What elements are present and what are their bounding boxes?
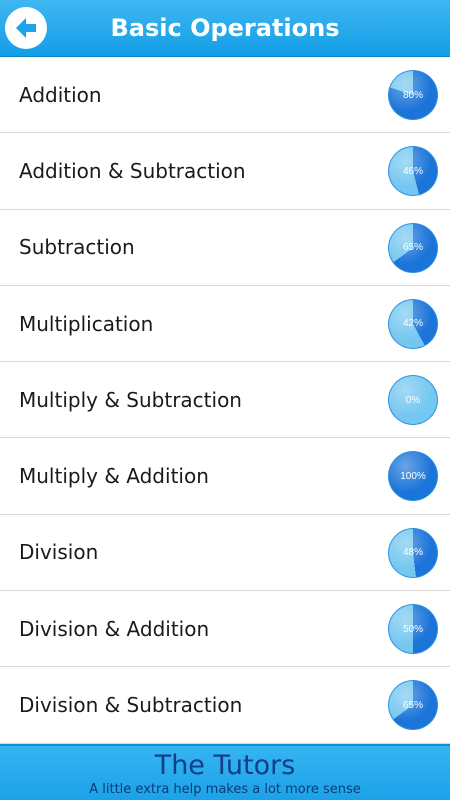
list-item-division[interactable]: Division 48% bbox=[0, 514, 450, 592]
list-item-division-addition[interactable]: Division & Addition 50% bbox=[0, 591, 450, 668]
progress-label: 50% bbox=[402, 623, 423, 635]
item-label: Division & Subtraction bbox=[19, 693, 243, 718]
tagline: A little extra help makes a lot more sen… bbox=[89, 782, 361, 797]
progress-label: 42% bbox=[402, 318, 423, 330]
list-item-multiply-subtraction[interactable]: Multiply & Subtraction 0% bbox=[0, 362, 450, 439]
item-label: Division bbox=[19, 540, 99, 565]
progress-gauge: 48% bbox=[388, 527, 438, 578]
brand-logo-text: The Tutors bbox=[154, 750, 296, 781]
item-label: Subtraction bbox=[19, 235, 135, 260]
item-label: Addition & Subtraction bbox=[19, 158, 246, 183]
item-label: Division & Addition bbox=[19, 616, 210, 641]
top-bar: Basic Operations bbox=[0, 0, 450, 57]
progress-label: 65% bbox=[402, 242, 423, 254]
list-item-multiply-addition[interactable]: Multiply & Addition 100% bbox=[0, 438, 450, 515]
progress-gauge: 42% bbox=[388, 298, 438, 349]
progress-gauge: 80% bbox=[388, 70, 438, 120]
footer-banner: The Tutors A little extra help makes a l… bbox=[0, 744, 450, 800]
progress-label: 80% bbox=[402, 89, 423, 101]
page-title: Basic Operations bbox=[110, 14, 340, 42]
progress-gauge: 46% bbox=[388, 146, 438, 197]
operations-list: Addition 80% Addition & Subtraction 46% … bbox=[0, 57, 450, 744]
list-item-addition[interactable]: Addition 80% bbox=[0, 57, 450, 134]
progress-gauge: 65% bbox=[388, 222, 438, 273]
list-item-multiplication[interactable]: Multiplication 42% bbox=[0, 285, 450, 363]
item-label: Multiply & Subtraction bbox=[19, 387, 242, 412]
progress-gauge: 100% bbox=[388, 451, 438, 502]
progress-gauge: 0% bbox=[388, 375, 438, 426]
progress-label: 48% bbox=[402, 547, 423, 559]
item-label: Multiplication bbox=[19, 311, 154, 336]
item-label: Multiply & Addition bbox=[19, 464, 209, 489]
progress-gauge: 65% bbox=[388, 680, 438, 731]
progress-label: 46% bbox=[402, 165, 423, 177]
progress-gauge: 50% bbox=[388, 604, 438, 655]
progress-label: 65% bbox=[402, 699, 423, 711]
list-item-subtraction[interactable]: Subtraction 65% bbox=[0, 209, 450, 286]
list-item-division-subtraction[interactable]: Division & Subtraction 65% bbox=[0, 667, 450, 744]
item-label: Addition bbox=[19, 82, 102, 107]
list-item-addition-subtraction[interactable]: Addition & Subtraction 46% bbox=[0, 133, 450, 210]
progress-label: 100% bbox=[400, 470, 426, 482]
progress-label: 0% bbox=[405, 394, 421, 406]
